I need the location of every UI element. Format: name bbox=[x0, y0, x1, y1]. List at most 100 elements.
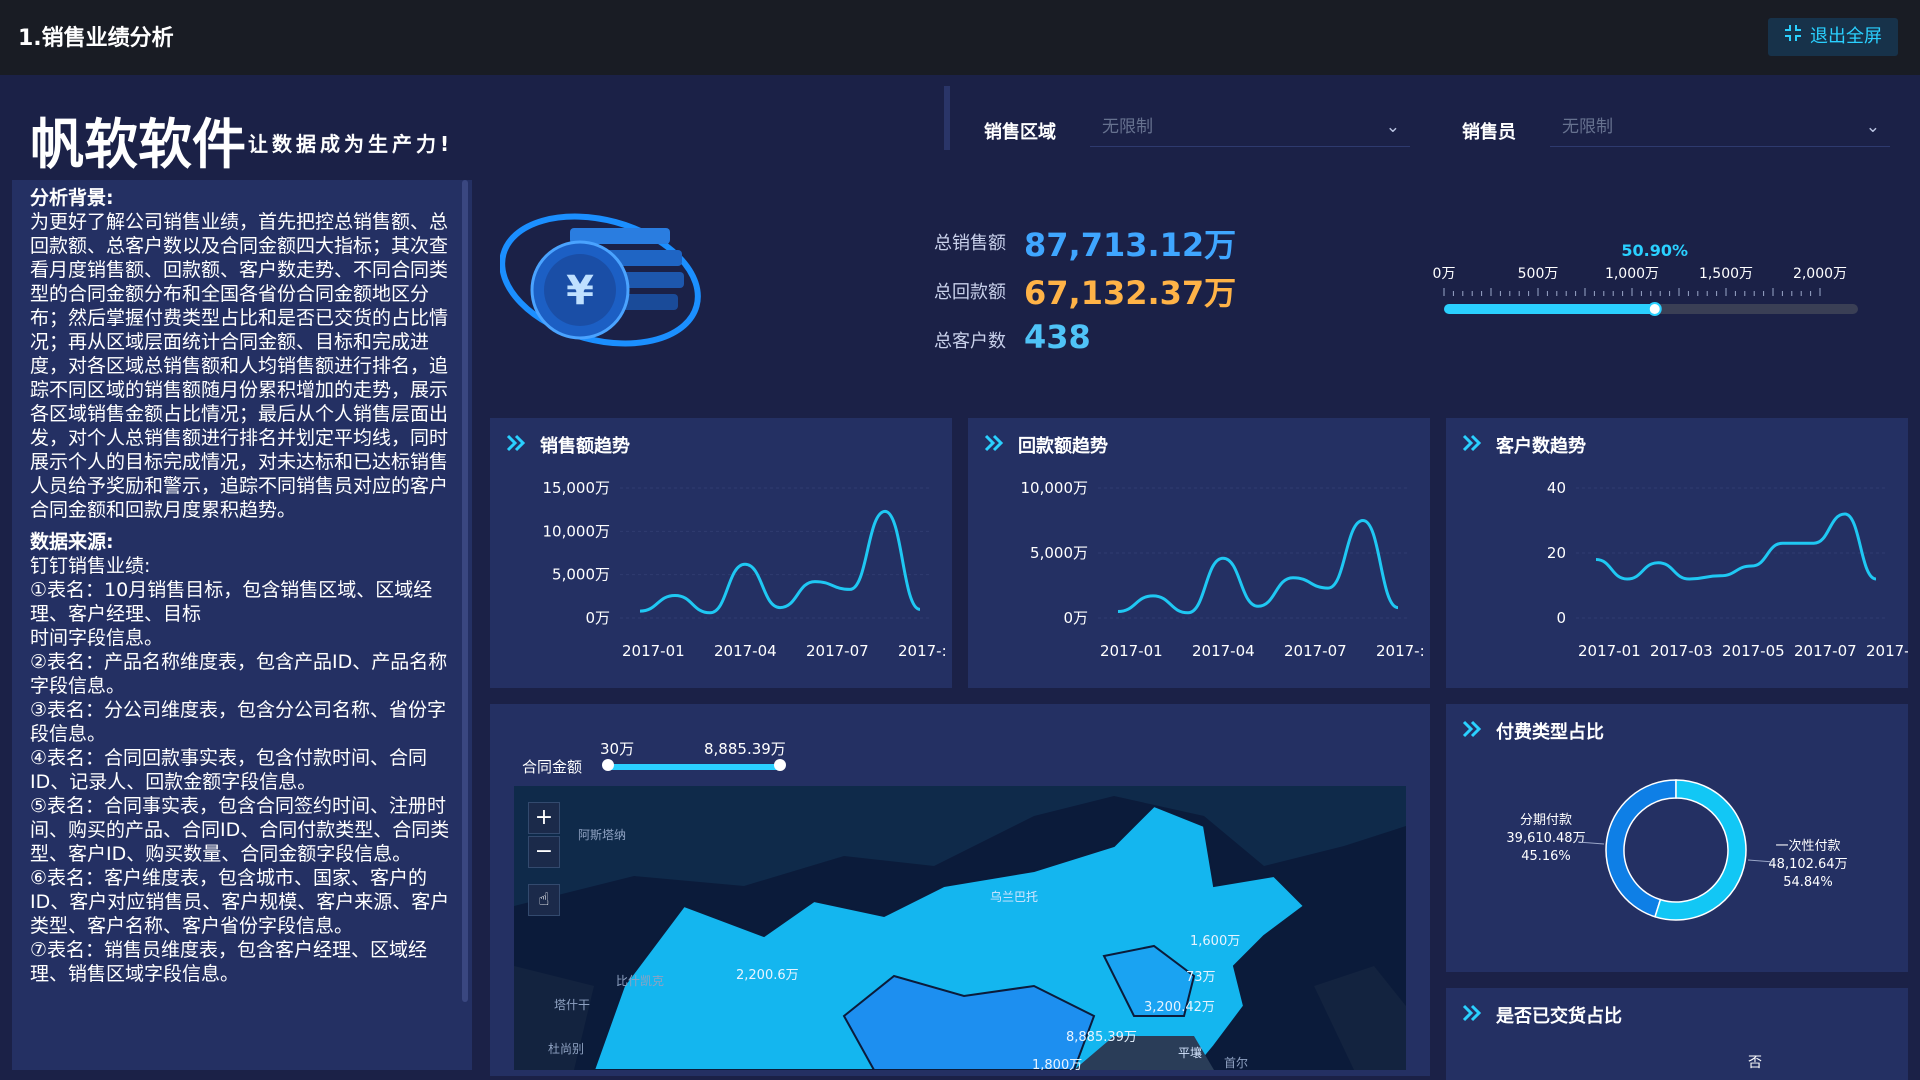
map-value-label: 1,600万 bbox=[1190, 934, 1241, 949]
hand-pan-button[interactable]: ☝ bbox=[528, 884, 560, 916]
donut-label: 45.16% bbox=[1521, 849, 1571, 864]
region-filter-label: 销售区域 bbox=[984, 122, 1056, 143]
gauge-tick-label: 1,000万 bbox=[1605, 266, 1659, 282]
source-item: 时间字段信息。 bbox=[30, 627, 164, 649]
range-slider-max-handle[interactable] bbox=[774, 759, 786, 771]
map-value-label: 1,800万 bbox=[1032, 1058, 1083, 1070]
x-tick-label: 2017-: bbox=[898, 642, 947, 660]
svg-text:¥: ¥ bbox=[566, 268, 594, 314]
panel-title: 是否已交货占比 bbox=[1496, 1006, 1622, 1027]
region-select[interactable]: 无限制 ⌄ bbox=[1090, 107, 1410, 147]
customers-trend-panel: 客户数趋势 40 20 0 2017-01 2017-03 2017-05 2017-07 2… bbox=[1446, 418, 1908, 688]
sales-trend-panel: 销售额趋势 15,000万 10,000万 5,000万 0万 2017-01 2017-… bbox=[490, 418, 952, 688]
target-progress-gauge: 50.90% 0万 500万 1,000万 1,500万 2,000万 bbox=[1420, 236, 1860, 326]
source-item: ④表名：合同回款事实表，包含付款时间、合同ID、记录人、回款金额字段信息。 bbox=[30, 747, 428, 793]
payback-trend-panel: 回款额趋势 10,000万 5,000万 0万 2017-01 2017-04 2017-… bbox=[968, 418, 1430, 688]
source-item: ①表名：10月销售目标，包含销售区域、区域经理、客户经理、目标 bbox=[30, 579, 433, 625]
donut-label: 分期付款 bbox=[1520, 813, 1572, 828]
map-place-label: 平壤 bbox=[1178, 1046, 1203, 1060]
payback-trend-chart[interactable]: 10,000万 5,000万 0万 2017-01 2017-04 2017-07 2017… bbox=[968, 418, 1430, 688]
donut-label: 48,102.64万 bbox=[1768, 857, 1847, 872]
scrollbar[interactable] bbox=[462, 180, 468, 1002]
trend-line bbox=[1117, 518, 1399, 615]
y-tick-label: 0万 bbox=[1063, 609, 1088, 627]
zoom-in-button[interactable]: + bbox=[528, 802, 560, 834]
x-tick-label: 2017-03 bbox=[1650, 642, 1713, 660]
chevron-down-icon: ⌄ bbox=[1865, 117, 1880, 137]
trend-line bbox=[1595, 512, 1877, 581]
total-sales-value: 87,713.12万 bbox=[1024, 226, 1237, 264]
x-tick-label: 2017-04 bbox=[714, 642, 777, 660]
x-tick-label: 2017-09 bbox=[1866, 642, 1908, 660]
map-place-label: 杜尚别 bbox=[548, 1042, 585, 1056]
source-heading: 数据来源: bbox=[30, 531, 114, 553]
dashboard-title: 1.销售业绩分析 bbox=[18, 26, 174, 51]
source-item: ⑥表名：客户维度表，包含城市、国家、客户的ID、客户对应销售员、客户规模、客户来… bbox=[30, 867, 450, 937]
progress-percent-label: 50.90% bbox=[1621, 241, 1688, 260]
gauge-tick-label: 0万 bbox=[1433, 266, 1456, 282]
top-bar: 1.销售业绩分析 退出全屏 bbox=[0, 0, 1920, 75]
seller-select-value: 无限制 bbox=[1562, 117, 1613, 137]
exit-fullscreen-label: 退出全屏 bbox=[1810, 26, 1882, 47]
x-tick-label: 2017-01 bbox=[1100, 642, 1163, 660]
brand-name: 帆软软件 bbox=[30, 113, 246, 176]
progress-fill bbox=[1444, 304, 1655, 314]
zoom-out-button[interactable]: − bbox=[528, 836, 560, 868]
donut-slice[interactable] bbox=[1605, 779, 1677, 918]
x-tick-label: 2017-07 bbox=[1284, 642, 1347, 660]
x-tick-label: 2017-: bbox=[1376, 642, 1425, 660]
paytype-donut-chart[interactable]: 分期付款 39,610.48万 45.16% 一次性付款 48,102.64万 54.84… bbox=[1446, 704, 1908, 972]
map-value-label: 2,200.6万 bbox=[736, 968, 799, 983]
seller-filter-label: 销售员 bbox=[1462, 122, 1516, 143]
chevron-down-icon: ⌄ bbox=[1385, 117, 1400, 137]
seller-select[interactable]: 无限制 ⌄ bbox=[1550, 107, 1890, 147]
contract-amount-label: 合同金额 bbox=[522, 758, 583, 776]
map-value-label: 3,200.42万 bbox=[1144, 1000, 1215, 1015]
map-value-label: 73万 bbox=[1186, 970, 1216, 985]
source-item: ⑤表名：合同事实表，包含合同签约时间、注册时间、购买的产品、合同ID、合同付款类… bbox=[30, 795, 450, 865]
background-panel: 分析背景: 为更好了解公司销售业绩，首先把控总销售额、总回款额、总客户数以及合同… bbox=[12, 180, 472, 1070]
donut-slice[interactable] bbox=[1654, 779, 1747, 921]
x-tick-label: 2017-05 bbox=[1722, 642, 1785, 660]
double-chevron-icon bbox=[1462, 1004, 1482, 1022]
map-place-label: 比什凯克 bbox=[616, 974, 665, 988]
donut-label: 39,610.48万 bbox=[1506, 831, 1585, 846]
china-contract-map[interactable]: + − ☝ 阿斯塔纳 乌兰巴托 比什凯克 塔什干 杜尚别 平壤 首尔 2,200… bbox=[514, 786, 1406, 1070]
donut-label: 54.84% bbox=[1783, 875, 1833, 890]
x-tick-label: 2017-01 bbox=[622, 642, 685, 660]
donut-label: 一次性付款 bbox=[1775, 838, 1840, 854]
y-tick-label: 20 bbox=[1547, 544, 1566, 562]
coin-illustration: ¥ bbox=[499, 210, 730, 370]
source-item: ②表名：产品名称维度表，包含产品ID、产品名称字段信息。 bbox=[30, 651, 448, 697]
source-item: ⑦表名：销售员维度表，包含客户经理、区域经理、销售区域字段信息。 bbox=[30, 939, 428, 985]
y-tick-label: 10,000万 bbox=[1021, 479, 1089, 497]
map-canvas bbox=[514, 786, 1406, 1070]
paytype-panel: 付费类型占比 分期付款 39,610.48万 45.16% 一次性付款 48,102.6… bbox=[1446, 704, 1908, 972]
background-body: 为更好了解公司销售业绩，首先把控总销售额、总回款额、总客户数以及合同金额四大指标… bbox=[30, 211, 449, 521]
y-tick-label: 0万 bbox=[585, 609, 610, 627]
delivered-panel: 是否已交货占比 否 bbox=[1446, 988, 1908, 1080]
x-tick-label: 2017-04 bbox=[1192, 642, 1255, 660]
total-payback-value: 67,132.37万 bbox=[1024, 274, 1237, 312]
background-heading: 分析背景: bbox=[30, 187, 114, 209]
source-item: ③表名：分公司维度表，包含分公司名称、省份字段信息。 bbox=[30, 699, 447, 745]
y-tick-label: 0 bbox=[1556, 609, 1566, 627]
map-place-label: 乌兰巴托 bbox=[990, 890, 1039, 904]
y-tick-label: 5,000万 bbox=[552, 566, 610, 584]
y-tick-label: 40 bbox=[1547, 479, 1566, 497]
y-tick-label: 15,000万 bbox=[543, 479, 611, 497]
background-text: 分析背景: 为更好了解公司销售业绩，首先把控总销售额、总回款额、总客户数以及合同… bbox=[30, 186, 450, 986]
range-slider-min-handle[interactable] bbox=[602, 759, 614, 771]
exit-fullscreen-button[interactable]: 退出全屏 bbox=[1768, 18, 1898, 56]
x-tick-label: 2017-07 bbox=[1794, 642, 1857, 660]
range-slider-track[interactable] bbox=[608, 764, 780, 770]
total-payback-label: 总回款额 bbox=[934, 282, 1006, 303]
region-select-value: 无限制 bbox=[1102, 117, 1153, 137]
customers-trend-chart[interactable]: 40 20 0 2017-01 2017-03 2017-05 2017-07 2017-09 bbox=[1446, 418, 1908, 688]
header-divider bbox=[944, 86, 950, 150]
map-place-label: 塔什干 bbox=[554, 998, 591, 1012]
map-place-label: 阿斯塔纳 bbox=[578, 828, 627, 842]
gauge-tick-label: 1,500万 bbox=[1699, 266, 1753, 282]
total-sales-label: 总销售额 bbox=[934, 233, 1006, 254]
sales-trend-chart[interactable]: 15,000万 10,000万 5,000万 0万 2017-01 2017-04 2017… bbox=[490, 418, 952, 688]
